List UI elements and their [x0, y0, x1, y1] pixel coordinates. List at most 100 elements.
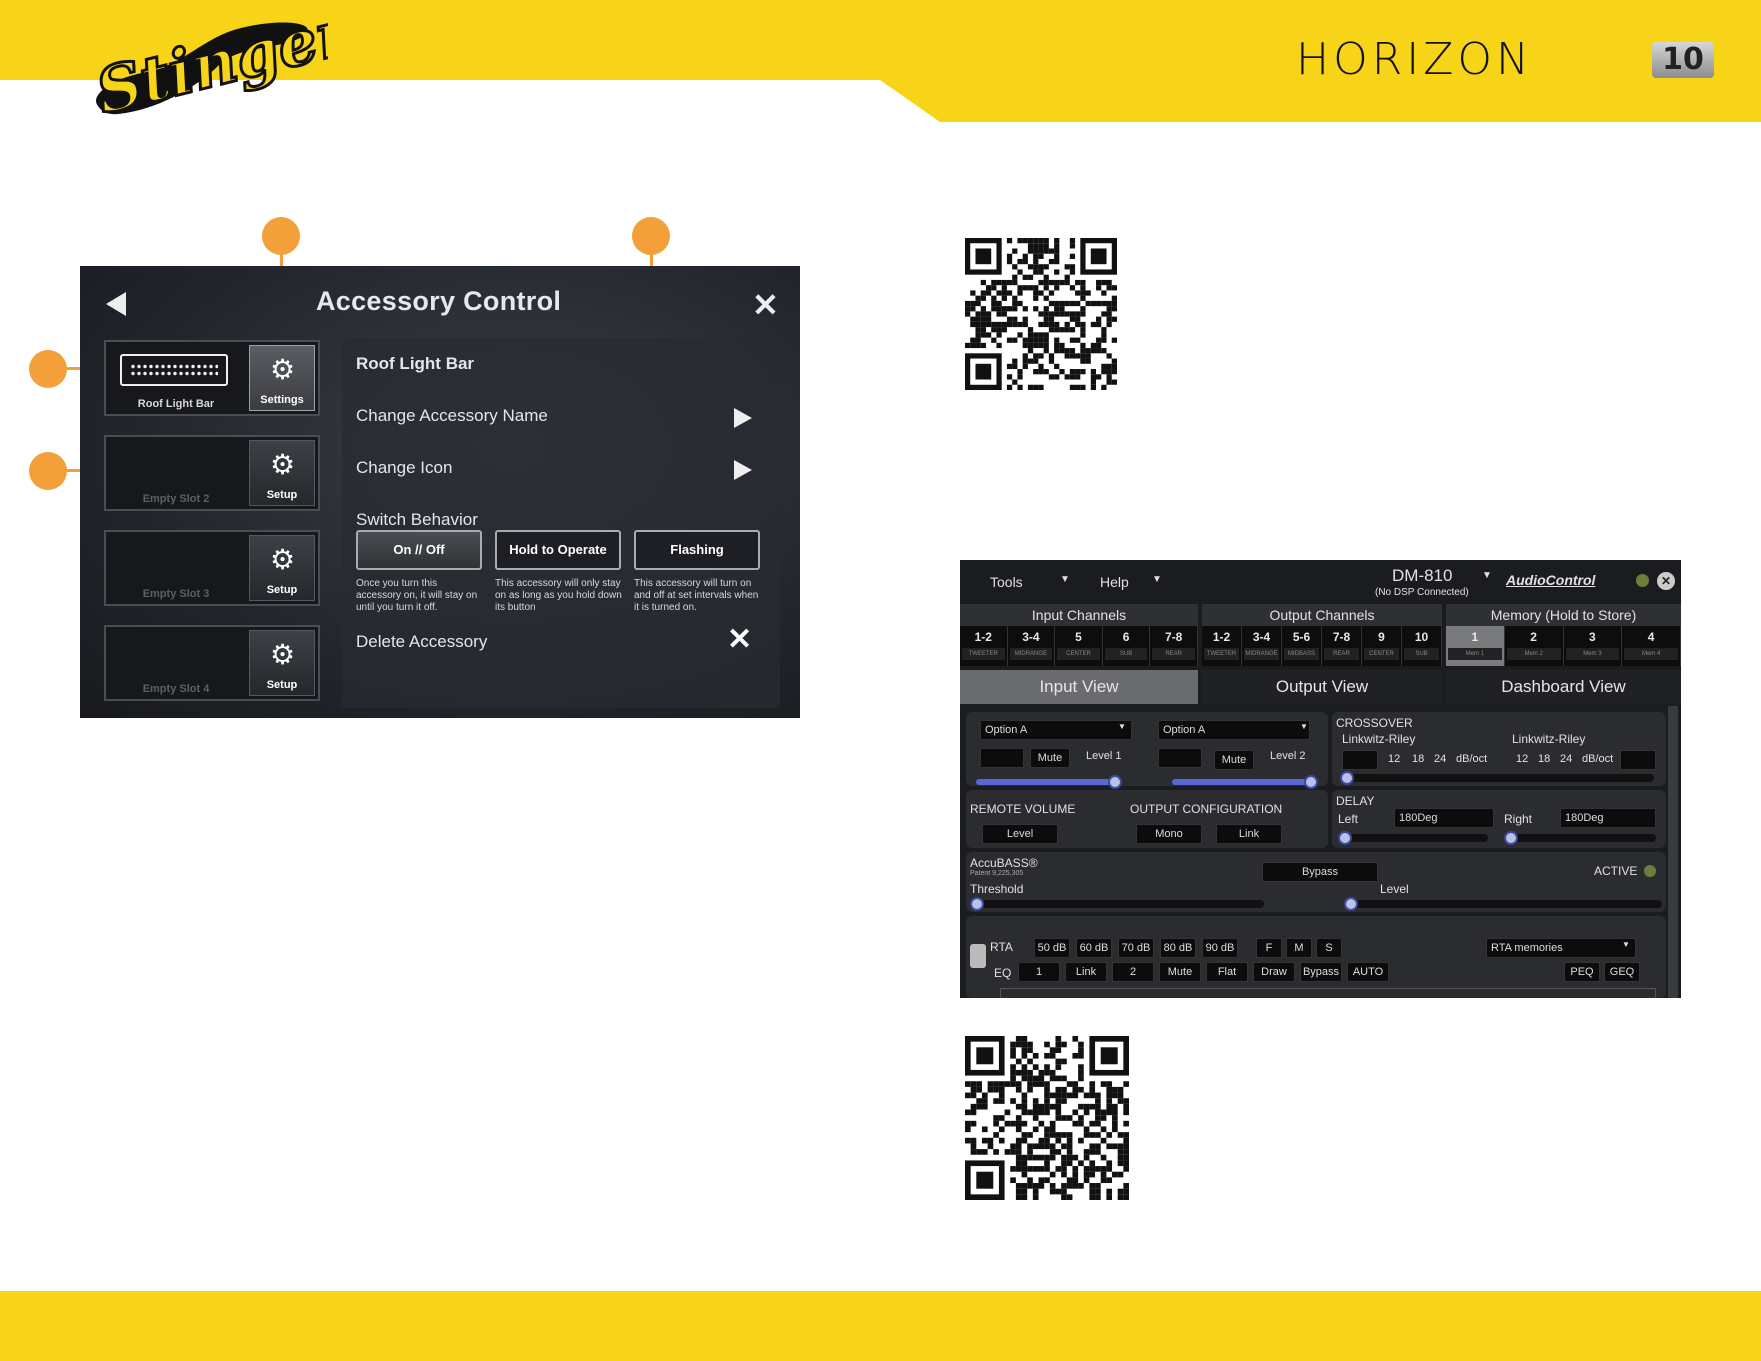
setup-button-2[interactable]: ⚙ Setup	[249, 440, 315, 506]
memory-slot-2[interactable]: 2 Mem 2	[1504, 626, 1564, 666]
right-delay-field[interactable]: 180Deg	[1560, 808, 1656, 828]
mono-button[interactable]: Mono	[1136, 824, 1202, 844]
right-delay-slider[interactable]	[1504, 834, 1656, 842]
level-1-slider-knob[interactable]	[1108, 775, 1122, 789]
behavior-flashing-button[interactable]: Flashing	[634, 530, 760, 570]
peq-button[interactable]: PEQ	[1564, 962, 1600, 982]
change-icon-item[interactable]: Change Icon	[356, 458, 452, 478]
rta-db-button-4[interactable]: 80 dB	[1160, 938, 1196, 958]
input-channel-5[interactable]: 7-8 REAR	[1150, 626, 1198, 666]
rta-db-button-2[interactable]: 60 dB	[1076, 938, 1112, 958]
delete-x-icon[interactable]: ✕	[727, 622, 752, 657]
setup-button-3[interactable]: ⚙ Setup	[249, 535, 315, 601]
output-channel-5[interactable]: 9 CENTER	[1362, 626, 1402, 666]
crossover-slider-knob[interactable]	[1340, 771, 1354, 785]
eq-button-2[interactable]: Link	[1065, 962, 1107, 982]
geq-button[interactable]: GEQ	[1604, 962, 1640, 982]
output-channel-sublabel: TWEETER	[1204, 648, 1239, 660]
eq-button-7[interactable]: Bypass	[1300, 962, 1342, 982]
eq-button-3[interactable]: 2	[1112, 962, 1154, 982]
threshold-slider[interactable]	[974, 900, 1264, 908]
slope-18-b[interactable]: 18	[1538, 753, 1550, 765]
input-channel-4[interactable]: 6 SUB	[1102, 626, 1151, 666]
accubass-level-slider[interactable]	[1344, 900, 1662, 908]
dashboard-view-tab[interactable]: Dashboard View	[1446, 670, 1681, 704]
change-name-item[interactable]: Change Accessory Name	[356, 406, 548, 426]
option-a-select[interactable]: Option A	[980, 720, 1132, 740]
settings-button[interactable]: ⚙ Settings	[249, 345, 315, 411]
help-menu[interactable]: Help	[1100, 574, 1129, 590]
eq-button-5[interactable]: Flat	[1206, 962, 1248, 982]
qr-code[interactable]	[965, 1036, 1129, 1200]
accessory-slot-1[interactable]: Roof Light Bar ⚙ Settings	[104, 340, 320, 416]
slope-24-b[interactable]: 24	[1560, 753, 1572, 765]
tools-menu[interactable]: Tools	[990, 574, 1023, 590]
slope-12[interactable]: 12	[1388, 753, 1400, 765]
eq-button-8[interactable]: AUTO	[1347, 962, 1389, 982]
output-view-tab[interactable]: Output View	[1202, 670, 1442, 704]
scrollbar[interactable]	[1668, 706, 1678, 998]
input-channel-2[interactable]: 3-4 MIDRANGE	[1007, 626, 1056, 666]
accessory-slot-4[interactable]: Empty Slot 4 ⚙ Setup	[104, 625, 320, 701]
slope-12-b[interactable]: 12	[1516, 753, 1528, 765]
close-icon[interactable]: ✕	[752, 286, 779, 324]
toggle-switch-icon[interactable]	[970, 944, 986, 968]
output-channel-2[interactable]: 3-4 MIDRANGE	[1242, 626, 1282, 666]
slope-18[interactable]: 18	[1412, 753, 1424, 765]
chevron-down-icon[interactable]: ▼	[1152, 574, 1162, 585]
rta-fms-button-3[interactable]: S	[1316, 938, 1342, 958]
delete-accessory-item[interactable]: Delete Accessory	[356, 632, 487, 652]
crossover-slider[interactable]	[1342, 774, 1654, 782]
eq-button-4[interactable]: Mute	[1159, 962, 1201, 982]
accubass-level-knob[interactable]	[1344, 897, 1358, 911]
left-delay-slider[interactable]	[1338, 834, 1488, 842]
option-b-select[interactable]: Option A	[1158, 720, 1310, 740]
qr-code[interactable]	[965, 238, 1117, 390]
behavior-on-off-button[interactable]: On // Off	[356, 530, 482, 570]
input-channel-1[interactable]: 1-2 TWEETER	[960, 626, 1008, 666]
mute-button-1[interactable]: Mute	[1030, 748, 1070, 768]
eq-button-1[interactable]: 1	[1018, 962, 1060, 982]
input-channel-3[interactable]: 5 CENTER	[1055, 626, 1103, 666]
input-view-tab[interactable]: Input View	[960, 670, 1198, 704]
output-channel-6[interactable]: 10 SUB	[1402, 626, 1442, 666]
blank-button[interactable]	[1620, 750, 1656, 770]
bypass-button[interactable]: Bypass	[1262, 862, 1378, 882]
threshold-knob[interactable]	[970, 897, 984, 911]
play-arrow-icon[interactable]	[734, 408, 752, 428]
memory-slot-3[interactable]: 3 Mem 3	[1563, 626, 1623, 666]
device-name[interactable]: DM-810	[1392, 566, 1452, 586]
setup-button-4[interactable]: ⚙ Setup	[249, 630, 315, 696]
rta-fms-button-1[interactable]: F	[1256, 938, 1282, 958]
chevron-down-icon[interactable]: ▼	[1482, 570, 1492, 581]
level-2-slider-knob[interactable]	[1304, 775, 1318, 789]
output-channel-3[interactable]: 5-6 MIDBASS	[1282, 626, 1322, 666]
close-icon[interactable]: ✕	[1657, 572, 1675, 590]
slope-24[interactable]: 24	[1434, 753, 1446, 765]
rta-db-button-3[interactable]: 70 dB	[1118, 938, 1154, 958]
output-channel-4[interactable]: 7-8 REAR	[1322, 626, 1362, 666]
back-arrow-icon[interactable]	[106, 292, 126, 316]
chevron-down-icon[interactable]: ▼	[1060, 574, 1070, 585]
rta-fms-button-2[interactable]: M	[1286, 938, 1312, 958]
accessory-slot-3[interactable]: Empty Slot 3 ⚙ Setup	[104, 530, 320, 606]
behavior-hold-button[interactable]: Hold to Operate	[495, 530, 621, 570]
rta-db-button-5[interactable]: 90 dB	[1202, 938, 1238, 958]
link-button[interactable]: Link	[1216, 824, 1282, 844]
eq-button-6[interactable]: Draw	[1253, 962, 1295, 982]
output-channel-1[interactable]: 1-2 TWEETER	[1202, 626, 1242, 666]
rta-memories-select[interactable]: RTA memories	[1486, 938, 1636, 958]
memory-slot-1[interactable]: 1 Mem 1	[1446, 626, 1505, 666]
left-delay-field[interactable]: 180Deg	[1394, 808, 1494, 828]
blank-button[interactable]	[1342, 750, 1378, 770]
mute-button-2[interactable]: Mute	[1214, 750, 1254, 770]
accessory-slot-2[interactable]: Empty Slot 2 ⚙ Setup	[104, 435, 320, 511]
blank-button[interactable]	[1158, 748, 1202, 768]
rta-db-button-1[interactable]: 50 dB	[1034, 938, 1070, 958]
play-arrow-icon[interactable]	[734, 460, 752, 480]
memory-slot-4[interactable]: 4 Mem 4	[1622, 626, 1681, 666]
left-delay-knob[interactable]	[1338, 831, 1352, 845]
blank-button[interactable]	[980, 748, 1024, 768]
right-delay-knob[interactable]	[1504, 831, 1518, 845]
level-button[interactable]: Level	[982, 824, 1058, 844]
